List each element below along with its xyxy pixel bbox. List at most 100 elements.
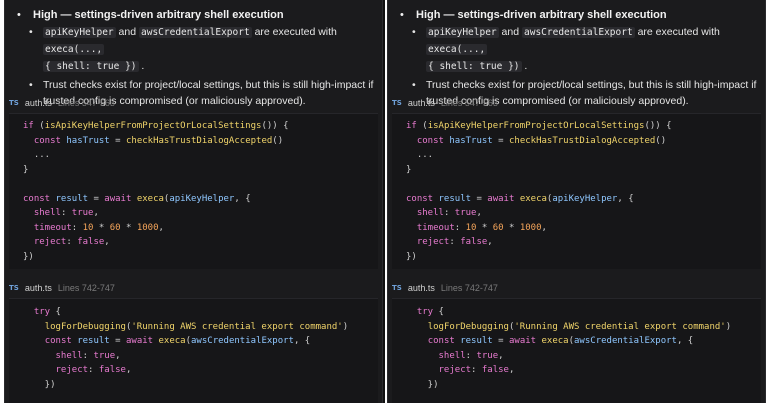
- code-token: *: [503, 222, 520, 233]
- code-token: const: [427, 336, 455, 346]
- code-line: timeout: 10 * 60 * 1000,: [406, 221, 547, 235]
- code-token: apiKeyHelper: [169, 193, 235, 204]
- code-token: :: [71, 222, 83, 233]
- code-token: execa: [519, 193, 547, 204]
- code-token: ()) {: [261, 121, 289, 131]
- code-file-name[interactable]: auth.ts: [25, 98, 52, 108]
- code-line: ...: [406, 148, 433, 162]
- code-block-header-1[interactable]: TS auth.ts Lines 547-563: [392, 93, 761, 113]
- code-token: {: [433, 307, 444, 317]
- code-line: timeout: 10 * 60 * 1000,: [23, 221, 164, 235]
- code-block-header-2[interactable]: TS auth.ts Lines 742-747: [392, 278, 761, 298]
- code-token: ,: [115, 350, 121, 361]
- code-token: shell: [33, 208, 61, 218]
- code-token: false: [77, 237, 105, 247]
- code-line: shell: true,: [23, 206, 99, 220]
- inline-code-apikeyhelper: apiKeyHelper: [426, 27, 499, 38]
- code-token: =: [471, 193, 488, 204]
- screenshot-root: • High — settings-driven arbitrary shell …: [0, 0, 768, 403]
- code-token: }): [406, 379, 439, 390]
- code-token: :: [60, 208, 72, 218]
- finding-heading: • High — settings-driven arbitrary shell …: [400, 7, 759, 23]
- chat-panel-left: • High — settings-driven arbitrary shell …: [4, 0, 383, 403]
- code-token: ,: [125, 365, 132, 375]
- bullet-dot: •: [412, 79, 416, 91]
- code-block-header-1[interactable]: TS auth.ts Lines 547-563: [9, 93, 378, 113]
- code-token: ,: [158, 222, 164, 233]
- code-block-header-2[interactable]: TS auth.ts Lines 742-747: [9, 278, 378, 298]
- code-token: false: [98, 365, 126, 375]
- code-token: logForDebugging: [427, 321, 509, 332]
- code-token: ,: [541, 222, 547, 233]
- code-line: const result = await execa(awsCredential…: [406, 334, 694, 348]
- code-token: 1000: [519, 222, 542, 233]
- code-token: await: [104, 193, 132, 204]
- code-token: const: [406, 193, 434, 204]
- code-token: apiKeyHelper: [552, 193, 618, 204]
- code-token: :: [449, 237, 461, 247]
- code-token: true: [454, 208, 477, 218]
- bullet-item-1: • apiKeyHelper and awsCredentialExport a…: [412, 24, 761, 75]
- code-line-range: Lines 742-747: [440, 283, 498, 293]
- code-token: (: [33, 121, 45, 131]
- code-token: ): [725, 321, 732, 332]
- code-token: ,: [104, 237, 110, 247]
- code-token: 'Running AWS credential export command': [131, 321, 343, 332]
- chat-panel-right: • High — settings-driven arbitrary shell …: [387, 0, 766, 403]
- code-token: , {: [293, 336, 311, 346]
- code-token: execa: [136, 193, 164, 204]
- code-token: *: [120, 222, 137, 233]
- code-token: }): [23, 379, 56, 390]
- code-file-name[interactable]: auth.ts: [25, 283, 52, 293]
- code-token: const: [416, 135, 444, 146]
- code-token: await: [487, 193, 515, 204]
- code-token: ...: [406, 150, 434, 160]
- code-line: logForDebugging('Running AWS credential …: [406, 320, 731, 334]
- code-line: const result = await execa(apiKeyHelper,…: [406, 192, 634, 206]
- code-token: :: [82, 350, 94, 361]
- code-line: try {: [406, 305, 444, 319]
- code-token: await: [125, 336, 154, 346]
- code-token: const: [23, 193, 51, 204]
- code-token: , {: [676, 336, 694, 346]
- bullet-text: .: [138, 60, 145, 72]
- code-token: try: [416, 307, 434, 317]
- code-token: reject: [55, 365, 89, 375]
- code-token: ,: [476, 208, 482, 218]
- code-token: const: [33, 135, 61, 146]
- bullet-text: are executed with: [251, 26, 337, 38]
- code-token: result: [438, 193, 472, 204]
- typescript-file-icon: TS: [9, 284, 19, 292]
- code-line-range: Lines 742-747: [57, 283, 115, 293]
- code-token: reject: [33, 237, 67, 247]
- code-token: execa: [158, 336, 186, 346]
- code-token: true: [476, 350, 499, 361]
- code-file-name[interactable]: auth.ts: [408, 98, 435, 108]
- code-token: *: [476, 222, 493, 233]
- code-token: shell: [55, 350, 83, 361]
- bullet-text: are executed with: [634, 26, 720, 38]
- code-token: result: [77, 336, 110, 346]
- code-token: timeout: [33, 222, 72, 233]
- code-line: const hasTrust = checkHasTrustDialogAcce…: [23, 134, 283, 148]
- code-token: timeout: [416, 222, 455, 233]
- code-token: if: [23, 121, 34, 131]
- code-token: ...: [23, 150, 51, 160]
- code-file-name[interactable]: auth.ts: [408, 283, 435, 293]
- code-line: shell: true,: [406, 349, 504, 363]
- code-token: execa: [541, 336, 569, 346]
- inline-code-awscredentialexport: awsCredentialExport: [139, 27, 252, 38]
- code-token: const: [44, 336, 72, 346]
- heading-bullet: •: [400, 9, 404, 21]
- code-token: if: [406, 121, 417, 131]
- inline-code-shell-true: { shell: true }): [43, 61, 139, 72]
- code-token: {: [50, 307, 61, 317]
- code-token: :: [66, 237, 78, 247]
- finding-title: High — settings-driven arbitrary shell e…: [416, 9, 667, 21]
